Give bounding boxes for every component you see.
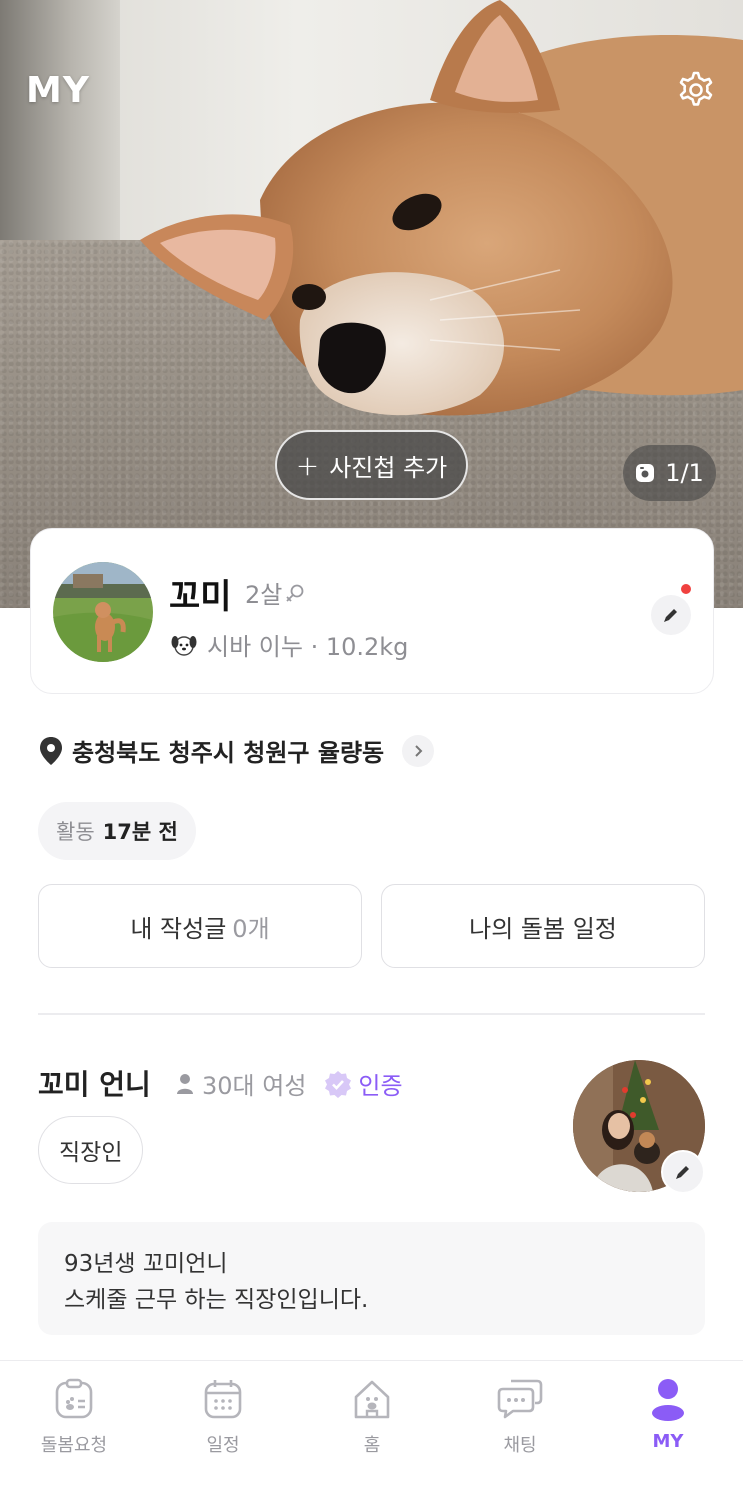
tab-my[interactable]: MY: [608, 1377, 728, 1452]
my-posts-button[interactable]: 내 작성글 0개: [38, 884, 362, 968]
location-pin-icon: [40, 736, 62, 765]
care-schedule-button[interactable]: 나의 돌봄 일정: [381, 884, 705, 968]
tab-home[interactable]: 홈: [312, 1377, 432, 1457]
pet-age: 2살: [245, 581, 283, 609]
pet-breed-weight-text: 시바 이누 · 10.2kg: [207, 633, 409, 661]
section-divider: [38, 1013, 705, 1015]
plus-icon: +: [295, 448, 320, 482]
gear-icon: [679, 71, 713, 106]
pencil-icon: [676, 1166, 689, 1179]
tab-label: 일정: [206, 1435, 240, 1456]
tab-schedule[interactable]: 일정: [163, 1377, 283, 1457]
owner-demographic: 30대 여성: [202, 1072, 307, 1100]
calendar-icon: [204, 1380, 242, 1419]
pet-avatar-photo: [53, 562, 153, 662]
pet-age-gender: 2살: [245, 575, 306, 610]
edit-owner-button[interactable]: [661, 1150, 705, 1194]
pet-profile-card: 꼬미 2살 시바 이누 · 10.2kg: [30, 528, 714, 694]
photo-icon: [636, 464, 655, 482]
my-posts-label: 내 작성글: [130, 914, 227, 943]
photo-counter-text: 1/1: [665, 459, 704, 487]
edit-pet-button[interactable]: [651, 595, 691, 635]
verified-badge: 인증: [324, 1066, 403, 1101]
verified-label: 인증: [358, 1072, 403, 1100]
bio-line-2: 스케줄 근무 하는 직장인입니다.: [64, 1287, 369, 1313]
person-icon: [652, 1379, 684, 1421]
chat-icon: [497, 1379, 543, 1419]
location-row[interactable]: 충청북도 청주시 청원구 율량동: [38, 733, 435, 768]
care-request-icon: [55, 1378, 93, 1419]
pet-avatar[interactable]: [53, 562, 153, 662]
location-text: 충청북도 청주시 청원구 율량동: [72, 739, 385, 767]
female-icon: [286, 584, 304, 602]
tab-care-request[interactable]: 돌봄요청: [14, 1377, 134, 1457]
tab-label: 홈: [363, 1435, 381, 1456]
home-icon: [354, 1380, 390, 1419]
add-album-label: 사진첩 추가: [329, 453, 448, 482]
owner-bio: 93년생 꼬미언니 스케줄 근무 하는 직장인입니다.: [38, 1222, 705, 1335]
tab-label: MY: [652, 1431, 684, 1452]
profile-cover-photo[interactable]: [0, 0, 743, 608]
bottom-tab-bar: 돌봄요청 일정 홈 채팅 MY: [0, 1360, 743, 1486]
chevron-right-icon: [402, 734, 435, 767]
settings-button[interactable]: [672, 66, 720, 114]
activity-badge: 활동 17분 전: [38, 802, 196, 860]
new-badge-dot: [681, 584, 691, 594]
shiba-dog-illustration: [140, 0, 743, 416]
page-title: MY: [26, 70, 90, 111]
photo-counter-badge: 1/1: [623, 445, 716, 501]
bio-line-1: 93년생 꼬미언니: [64, 1251, 228, 1277]
person-icon: [177, 1073, 193, 1094]
tab-chat[interactable]: 채팅: [460, 1377, 580, 1457]
owner-meta: 30대 여성 인증: [176, 1066, 403, 1101]
owner-name: 꼬미 언니: [38, 1068, 151, 1101]
job-chip: 직장인: [38, 1116, 144, 1184]
add-album-button[interactable]: + 사진첩 추가: [275, 430, 468, 500]
activity-label: 활동: [56, 820, 95, 844]
pet-breed-weight: 시바 이누 · 10.2kg: [171, 627, 408, 662]
activity-value: 17분 전: [102, 820, 178, 844]
my-posts-count: 0개: [232, 914, 270, 943]
care-schedule-label: 나의 돌봄 일정: [469, 914, 617, 943]
tab-label: 돌봄요청: [40, 1435, 108, 1456]
pencil-icon: [664, 609, 677, 622]
pet-name: 꼬미: [169, 577, 232, 617]
verified-check-icon: [325, 1070, 352, 1098]
tab-label: 채팅: [503, 1435, 537, 1456]
dog-face-icon: [171, 635, 197, 656]
